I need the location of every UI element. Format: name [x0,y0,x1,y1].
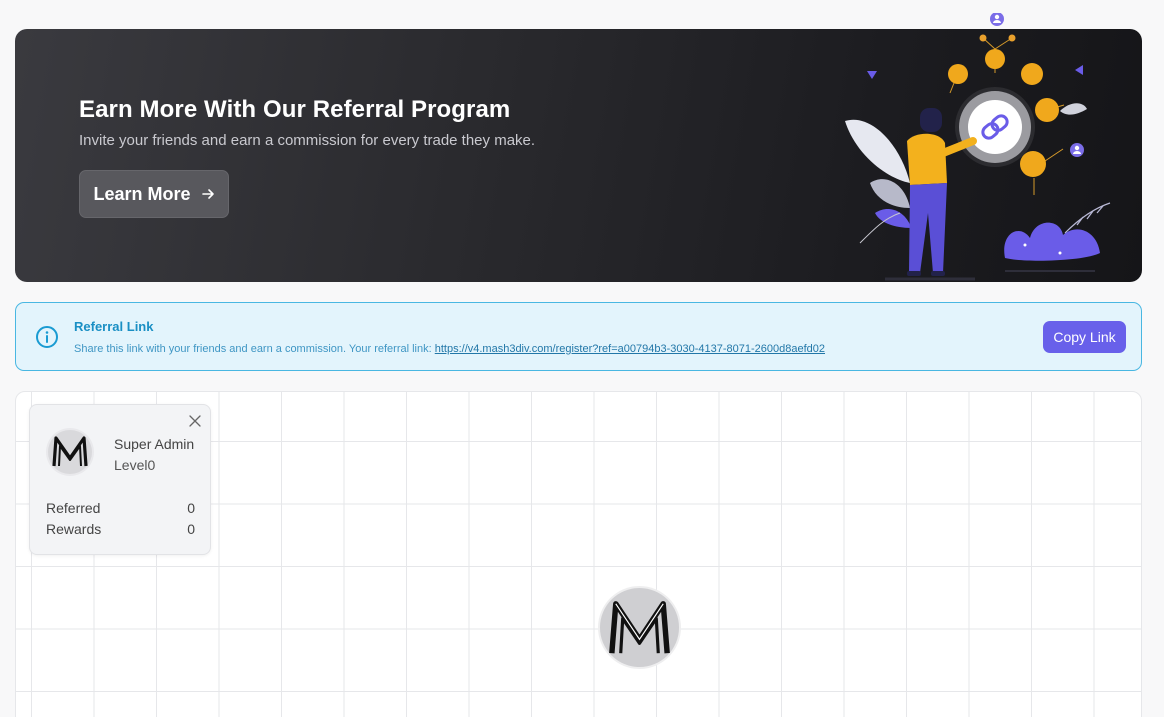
stat-label: Referred [46,500,101,516]
referral-description-text: Share this link with your friends and ea… [74,343,432,355]
referral-link-alert: Referral Link Share this link with your … [15,302,1142,371]
stat-value: 0 [187,500,195,516]
referral-illustration [845,13,1111,281]
hero-subtitle: Invite your friends and earn a commissio… [79,132,536,149]
user-profile-card: Super Admin Level0 Referred 0 Rewards 0 [29,404,211,555]
close-icon[interactable] [188,414,202,428]
referral-hero-banner: Earn More With Our Referral Program Invi… [15,13,1142,282]
referral-link-title: Referral Link [74,319,154,334]
root-node-avatar[interactable] [598,586,681,669]
stat-label: Rewards [46,521,102,537]
stat-referred: Referred 0 [46,500,195,516]
referral-url-link[interactable]: https://v4.mash3div.com/register?ref=a00… [435,343,825,355]
info-circle-icon [36,326,58,348]
hero-title: Earn More With Our Referral Program [79,96,511,123]
m-logo-avatar [46,428,94,476]
profile-level: Level0 [114,457,156,473]
profile-name: Super Admin [114,436,195,452]
stat-value: 0 [187,521,195,537]
learn-more-button[interactable]: Learn More [79,170,229,218]
stat-rewards: Rewards 0 [46,521,195,537]
referral-link-description: Share this link with your friends and ea… [74,343,825,355]
arrow-right-icon [201,189,214,199]
copy-link-button[interactable]: Copy Link [1043,321,1126,353]
learn-more-label: Learn More [93,183,191,204]
